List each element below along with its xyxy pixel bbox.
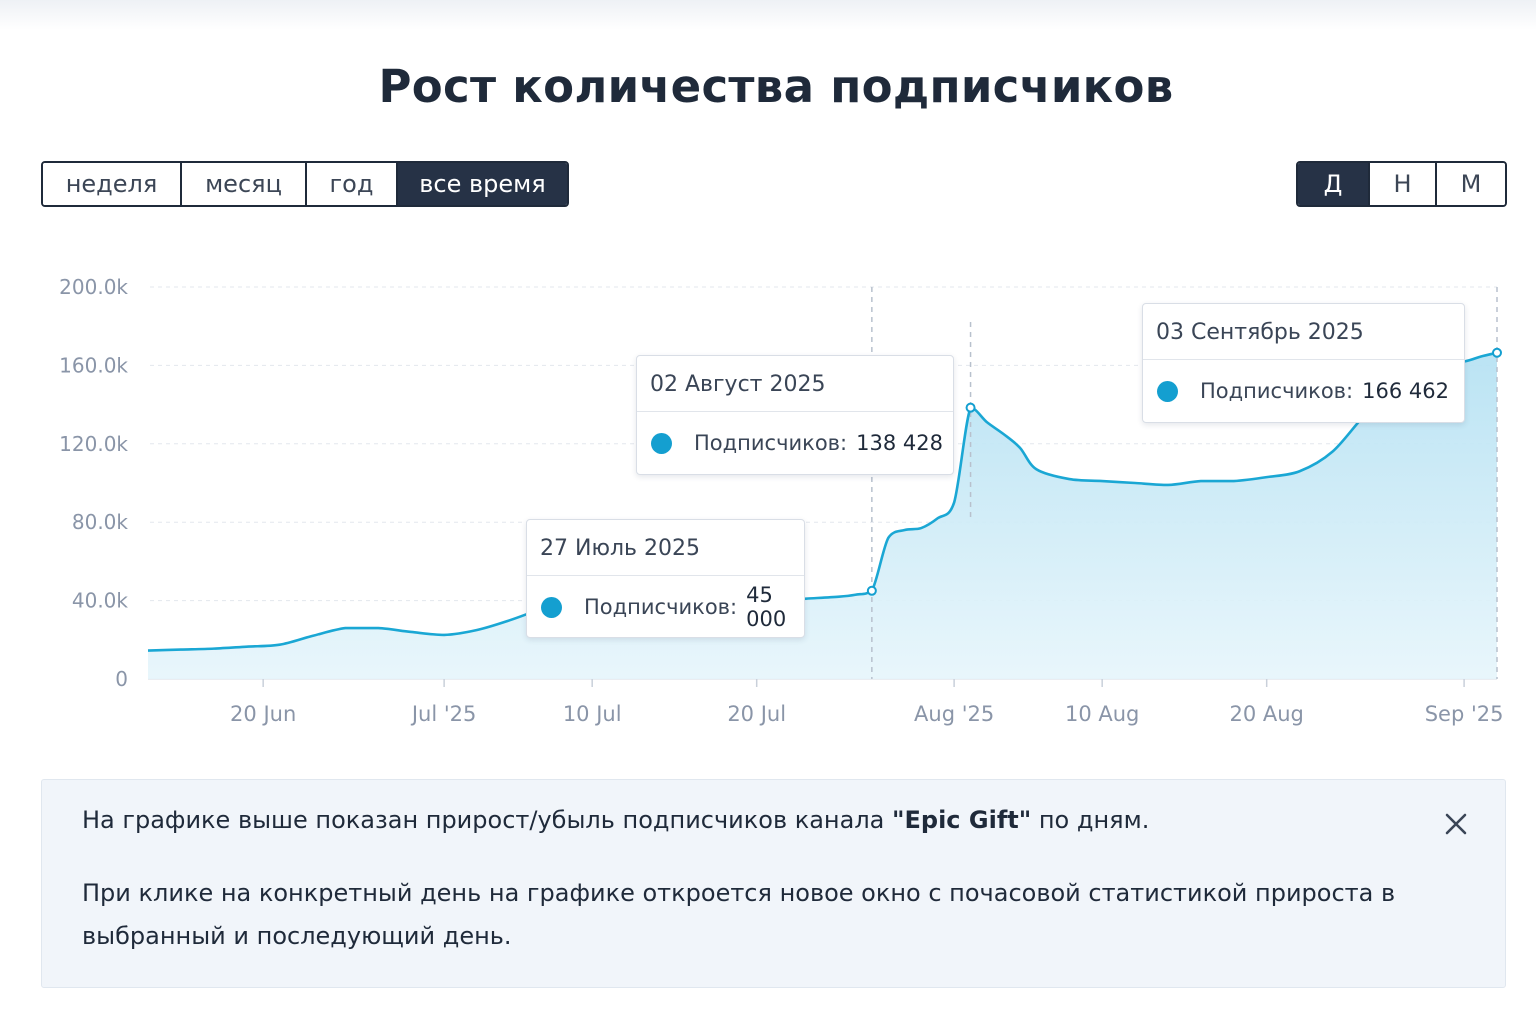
x-tick-label: 20 Aug bbox=[1229, 702, 1303, 726]
y-tick-label: 0 bbox=[115, 667, 128, 691]
tooltip-series-label: Подписчиков: bbox=[694, 431, 848, 455]
info-panel: На графике выше показан прирост/убыль по… bbox=[41, 779, 1506, 988]
x-tick-label: 20 Jul bbox=[727, 702, 786, 726]
tooltip-sep-03: 03 Сентябрь 2025 Подписчиков: 166 462 bbox=[1142, 303, 1465, 423]
data-point bbox=[965, 402, 976, 413]
tooltip-value: 138 428 bbox=[856, 431, 943, 455]
y-tick-label: 40.0k bbox=[72, 589, 129, 613]
info-text-line2: При клике на конкретный день на графике … bbox=[82, 879, 1396, 950]
info-text-before: На графике выше показан прирост/убыль по… bbox=[82, 806, 892, 834]
tooltip-date: 27 Июль 2025 bbox=[527, 520, 804, 576]
channel-name: "Epic Gift" bbox=[892, 806, 1032, 834]
y-tick-label: 80.0k bbox=[72, 510, 129, 534]
y-tick-label: 120.0k bbox=[59, 432, 128, 456]
x-axis-ticks: 20 Jun Jul '25 10 Jul 20 Jul Aug '25 10 Aug 20… bbox=[230, 679, 1503, 726]
data-point bbox=[1492, 347, 1502, 358]
info-text-after: по дням. bbox=[1031, 806, 1150, 834]
series-dot-icon bbox=[541, 596, 562, 618]
tooltip-value: 45 000 bbox=[746, 583, 787, 631]
tooltip-series-label: Подписчиков: bbox=[584, 595, 738, 619]
tooltip-aug-02: 02 Август 2025 Подписчиков: 138 428 bbox=[636, 355, 954, 475]
tooltip-jul-27: 27 Июль 2025 Подписчиков: 45 000 bbox=[526, 519, 805, 638]
y-axis-ticks: 0 40.0k 80.0k 120.0k 160.0k 200.0k bbox=[59, 275, 128, 691]
x-tick-label: 20 Jun bbox=[230, 702, 296, 726]
x-tick-label: Jul '25 bbox=[410, 702, 477, 726]
series-dot-icon bbox=[651, 432, 672, 454]
tooltip-date: 03 Сентябрь 2025 bbox=[1143, 304, 1464, 360]
y-tick-label: 200.0k bbox=[59, 275, 128, 299]
x-tick-label: 10 Jul bbox=[563, 702, 622, 726]
info-text-line1: На графике выше показан прирост/убыль по… bbox=[82, 806, 1149, 834]
data-point bbox=[866, 585, 877, 596]
close-icon[interactable] bbox=[1444, 812, 1468, 836]
x-tick-label: Aug '25 bbox=[914, 702, 994, 726]
tooltip-date: 02 Август 2025 bbox=[637, 356, 953, 412]
tooltip-value: 166 462 bbox=[1362, 379, 1449, 403]
series-dot-icon bbox=[1157, 380, 1178, 402]
x-tick-label: 10 Aug bbox=[1065, 702, 1139, 726]
tooltip-series-label: Подписчиков: bbox=[1200, 379, 1354, 403]
y-tick-label: 160.0k bbox=[59, 353, 128, 377]
x-tick-label: Sep '25 bbox=[1425, 702, 1504, 726]
